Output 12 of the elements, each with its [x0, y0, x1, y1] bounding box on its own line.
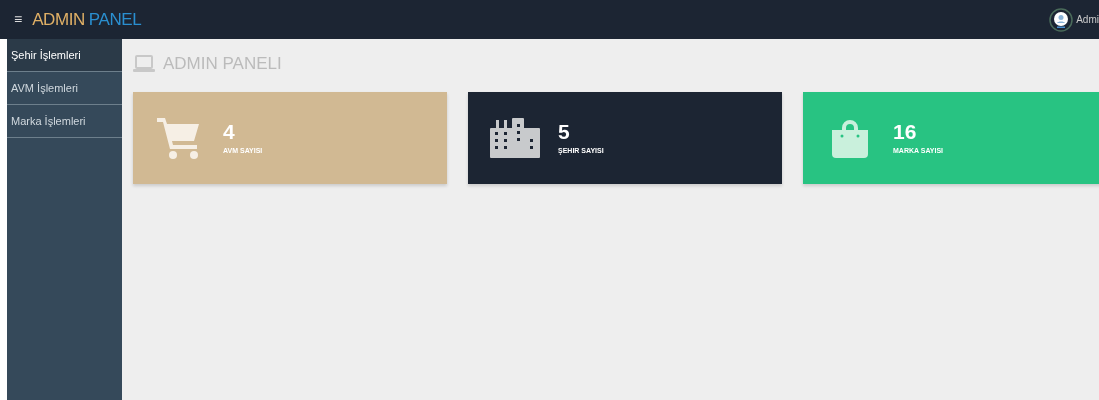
laptop-icon — [133, 55, 155, 73]
brand-title: PANEL — [88, 9, 142, 29]
menu-icon[interactable]: ≡ — [14, 9, 23, 30]
building-icon — [490, 118, 540, 158]
stat-value: 4 — [223, 119, 236, 144]
user-name[interactable]: Admi — [1076, 12, 1099, 27]
stat-value: 16 — [893, 119, 918, 144]
user-avatar[interactable] — [1049, 7, 1074, 32]
stat-value: 5 — [558, 119, 571, 144]
shopping-bag-icon — [832, 118, 868, 158]
sidebar-item[interactable]: Şehir İşlemleri — [7, 39, 122, 72]
brand-title: ADMIN — [32, 9, 85, 29]
